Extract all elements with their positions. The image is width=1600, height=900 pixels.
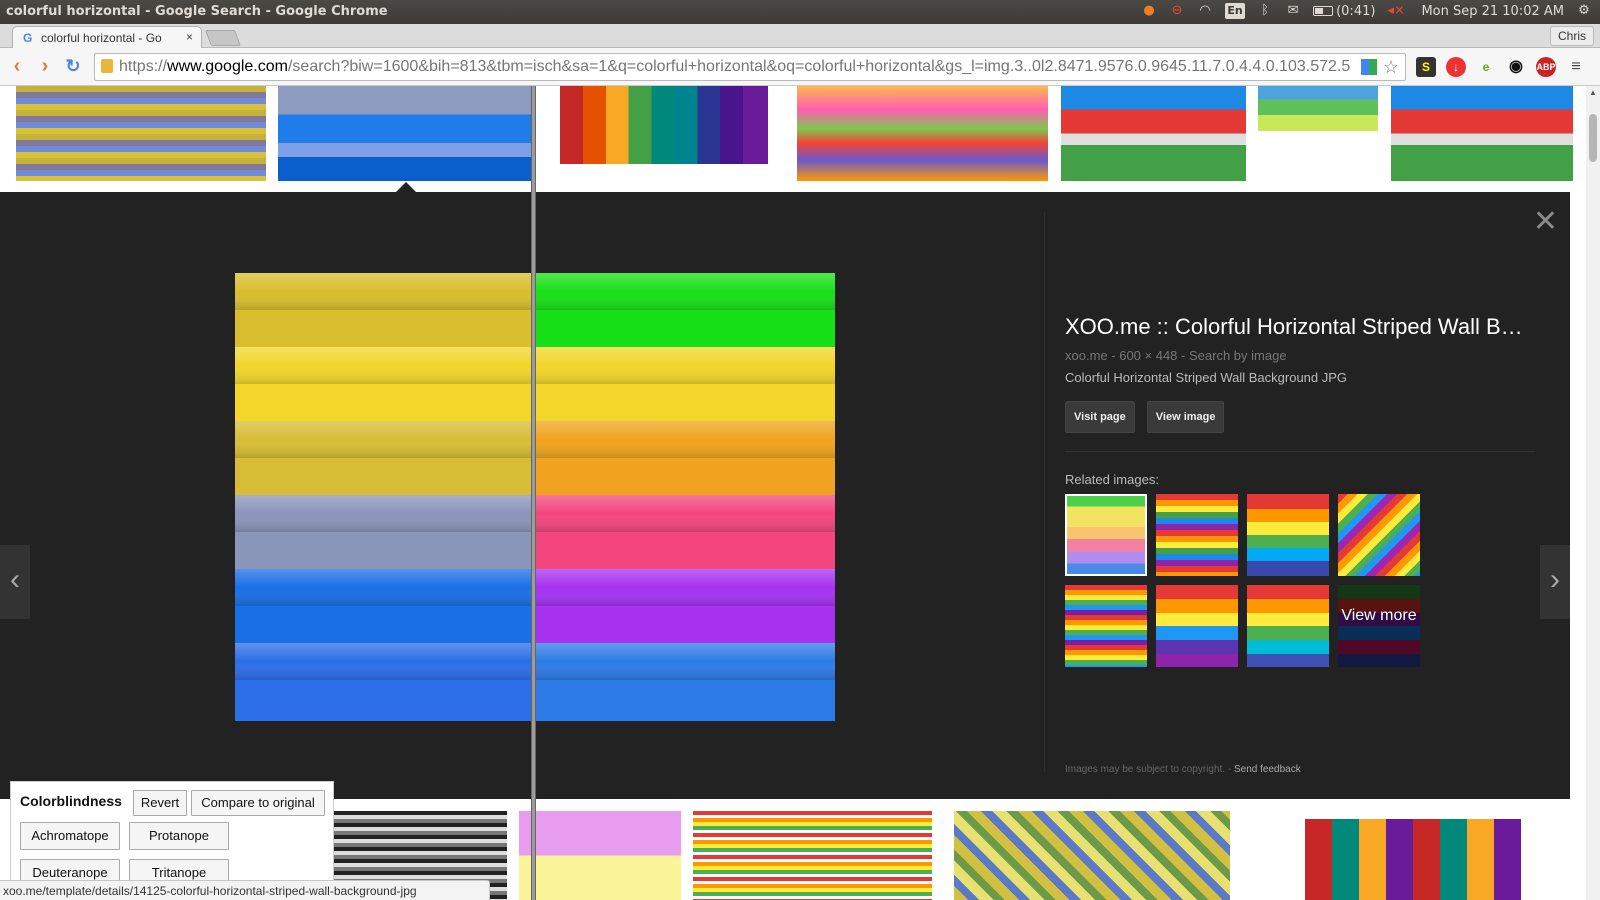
forward-button[interactable]: ›: [34, 56, 56, 78]
result-thumbnail[interactable]: [545, 86, 785, 181]
wifi-icon[interactable]: ◠: [1197, 3, 1213, 19]
screen: colorful horizontal - Google Search - Go…: [0, 0, 1600, 900]
battery-icon: [1313, 6, 1334, 16]
visit-page-button[interactable]: Visit page: [1065, 401, 1135, 433]
browser-toolbar: ‹ › ↻ https://www.google.com/search?biw=…: [0, 48, 1600, 86]
settings-gear-icon[interactable]: ⚙: [1576, 3, 1592, 19]
bookmark-star-icon[interactable]: ☆: [1383, 57, 1399, 78]
copyright-notice: Images may be subject to copyright. - Se…: [1065, 764, 1301, 775]
related-image-selected[interactable]: [1065, 494, 1147, 576]
result-thumbnail[interactable]: [519, 811, 681, 900]
result-thumbnail[interactable]: [1061, 86, 1246, 181]
image-dimensions: 600 × 448: [1119, 348, 1178, 363]
search-by-image-link[interactable]: Search by image: [1189, 348, 1287, 363]
reload-button[interactable]: ↻: [62, 56, 84, 78]
site-security-icon[interactable]: [101, 59, 113, 73]
related-image[interactable]: [1065, 585, 1147, 667]
result-thumbnail[interactable]: [797, 86, 1048, 181]
image-preview-panel: ‹ › ✕ XOO.me :: Colorful Horizontal Stri…: [0, 192, 1570, 799]
extension-e-icon[interactable]: e: [1476, 57, 1496, 77]
adblock-plus-icon[interactable]: ABP: [1536, 57, 1556, 77]
window-title: colorful horizontal - Google Search - Go…: [6, 4, 388, 19]
view-more-label: View more: [1338, 585, 1420, 667]
image-domain[interactable]: xoo.me: [1065, 348, 1108, 363]
revert-button[interactable]: Revert: [133, 790, 187, 816]
related-image[interactable]: [1247, 585, 1329, 667]
extension-eye-icon[interactable]: ◉: [1506, 57, 1526, 77]
back-button[interactable]: ‹: [6, 56, 28, 78]
image-description: Colorful Horizontal Striped Wall Backgro…: [1065, 370, 1348, 385]
google-favicon-icon: G: [23, 31, 33, 45]
bluetooth-icon[interactable]: ᛒ: [1257, 3, 1273, 19]
keyboard-language-indicator[interactable]: En: [1225, 3, 1246, 19]
translate-icon[interactable]: [1361, 59, 1377, 75]
close-preview-icon[interactable]: ✕: [1533, 204, 1558, 239]
battery-time: (0:41): [1336, 3, 1376, 19]
extension-s-icon[interactable]: S: [1416, 57, 1436, 77]
url-host: www.google.com: [167, 58, 288, 75]
browser-tab-active[interactable]: G colorful horizontal - Go ×: [12, 26, 202, 48]
next-image-button[interactable]: ›: [1540, 545, 1570, 619]
related-image[interactable]: [1247, 494, 1329, 576]
url-path: /search?biw=1600&bih=813&tbm=isch&sa=1&q…: [287, 58, 1351, 75]
compare-split-handle[interactable]: [531, 86, 536, 900]
result-thumbnail[interactable]: [16, 86, 266, 181]
page-scrollbar[interactable]: ▲: [1586, 86, 1600, 900]
view-image-button[interactable]: View image: [1146, 401, 1225, 433]
result-thumbnail[interactable]: [1258, 86, 1378, 131]
scroll-up-icon[interactable]: ▲: [1589, 88, 1597, 97]
achromatope-button[interactable]: Achromatope: [20, 822, 120, 850]
protanope-button[interactable]: Protanope: [129, 822, 229, 850]
selected-result-pointer: [396, 182, 416, 192]
send-feedback-link[interactable]: Send feedback: [1234, 764, 1301, 775]
result-thumbnail[interactable]: [954, 811, 1230, 900]
related-image[interactable]: [1338, 494, 1420, 576]
panel-separator: [1044, 212, 1045, 772]
mail-icon[interactable]: ✉: [1285, 3, 1301, 19]
result-thumbnail[interactable]: [693, 811, 932, 900]
image-info: XOO.me :: Colorful Horizontal Striped Wa…: [1065, 314, 1535, 667]
related-images-grid: View more: [1065, 494, 1535, 667]
result-thumbnail[interactable]: [1283, 811, 1543, 900]
clock[interactable]: Mon Sep 21 10:02 AM: [1421, 4, 1564, 19]
previous-image-button[interactable]: ‹: [0, 545, 30, 619]
related-image[interactable]: [1156, 494, 1238, 576]
image-action-buttons: Visit page View image: [1065, 401, 1535, 433]
do-not-disturb-icon[interactable]: ⊖: [1169, 3, 1185, 19]
result-thumbnail-selected[interactable]: [278, 86, 531, 181]
new-tab-button[interactable]: [205, 30, 241, 46]
profile-button[interactable]: Chris: [1549, 26, 1594, 46]
extension-red-icon[interactable]: ↓: [1446, 57, 1466, 77]
battery-indicator[interactable]: (0:41): [1313, 4, 1375, 19]
color-swatch-grid: [560, 86, 768, 164]
result-thumbnail[interactable]: [1391, 86, 1573, 181]
result-thumbnail-row-top: [0, 86, 1573, 192]
color-tile-grid: [1305, 819, 1521, 900]
address-bar[interactable]: https://www.google.com/search?biw=1600&b…: [94, 53, 1406, 81]
copyright-text: Images may be subject to copyright.: [1065, 764, 1226, 775]
volume-muted-icon[interactable]: ◂×: [1387, 3, 1404, 19]
tab-title: colorful horizontal - Go: [41, 31, 162, 45]
colorblindness-title: Colorblindness: [20, 793, 122, 809]
related-images-label: Related images:: [1065, 472, 1159, 487]
related-image[interactable]: [1156, 585, 1238, 667]
os-top-bar: colorful horizontal - Google Search - Go…: [0, 0, 1600, 24]
divider: [1065, 451, 1535, 452]
tab-strip: G colorful horizontal - Go × Chris: [0, 24, 1600, 48]
scrollbar-thumb[interactable]: [1589, 114, 1597, 162]
tab-close-icon[interactable]: ×: [186, 30, 193, 44]
chrome-menu-icon[interactable]: ≡: [1566, 57, 1586, 77]
search-results-page: ‹ › ✕ XOO.me :: Colorful Horizontal Stri…: [0, 86, 1600, 900]
url-protocol: https://: [119, 58, 168, 75]
image-title[interactable]: XOO.me :: Colorful Horizontal Striped Wa…: [1065, 314, 1535, 340]
compare-to-original-button[interactable]: Compare to original: [191, 790, 325, 816]
status-bar-url: xoo.me/template/details/14125-colorful-h…: [0, 880, 490, 900]
view-more-tile[interactable]: View more: [1338, 585, 1420, 667]
image-meta: xoo.me - 600 × 448 - Search by image: [1065, 348, 1287, 363]
system-tray: ● ⊖ ◠ En ᛒ ✉ (0:41) ◂× Mon Sep 21 10:02 …: [1141, 3, 1592, 19]
location-icon[interactable]: ●: [1141, 3, 1157, 19]
